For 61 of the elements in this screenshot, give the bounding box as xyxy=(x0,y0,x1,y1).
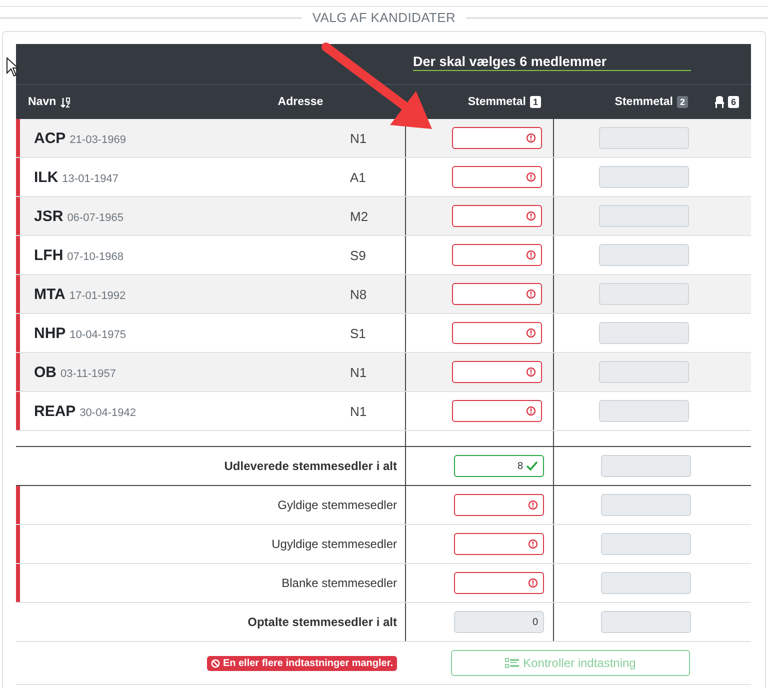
alert-icon xyxy=(526,211,536,221)
address-text: N1 xyxy=(350,404,367,418)
vote-count-field[interactable] xyxy=(452,322,542,344)
column-header: Adresse xyxy=(278,96,324,108)
candidate-name: JSR 06-07-1965 xyxy=(34,208,124,224)
column-header[interactable]: Navn xyxy=(28,96,56,108)
vote-count-field[interactable] xyxy=(452,166,542,188)
candidate-name: ILK 13-01-1947 xyxy=(34,168,118,186)
alert-icon xyxy=(526,406,536,416)
address-text: N1 xyxy=(350,130,367,146)
error-badge: En eller flere indtastninger mangler. xyxy=(206,656,397,670)
alert-icon xyxy=(526,250,536,260)
vote-count-field[interactable] xyxy=(454,494,544,516)
round-badge: 1 xyxy=(530,96,541,108)
candidate-name: MTA 17-01-1992 xyxy=(34,286,126,302)
alert-icon xyxy=(526,289,536,299)
vote-count-field[interactable] xyxy=(452,127,542,149)
cursor-icon xyxy=(6,57,19,77)
ban-icon xyxy=(210,658,220,668)
alert-icon xyxy=(526,133,536,143)
alert-icon xyxy=(528,500,538,510)
address-text: N1 xyxy=(350,364,367,380)
column-header: Stemmetal xyxy=(614,96,673,108)
vote-count-field[interactable] xyxy=(452,205,542,227)
alert-icon xyxy=(526,172,536,182)
column-header: Stemmetal xyxy=(468,96,526,108)
vote-count-field[interactable] xyxy=(452,283,542,305)
table-title: Der skal vælges 6 medlemmer xyxy=(413,54,691,71)
list-check-icon xyxy=(505,658,520,668)
candidate-name: NHP 10-04-1975 xyxy=(34,324,126,342)
vote-count-field[interactable] xyxy=(454,533,544,555)
address-text: M2 xyxy=(350,208,368,224)
address-text: N8 xyxy=(350,286,367,302)
alert-icon xyxy=(526,367,536,377)
candidate-name: ACP 21-03-1969 xyxy=(34,130,126,146)
candidate-name: REAP 30-04-1942 xyxy=(34,402,136,420)
address-text: S9 xyxy=(350,248,366,262)
vote-count-field[interactable] xyxy=(454,572,544,594)
section-title: VALG AF KANDIDATER xyxy=(312,10,456,25)
sort-icon[interactable] xyxy=(60,96,72,108)
summary-label: Gyldige stemmesedler xyxy=(278,498,397,512)
seats-badge: 6 xyxy=(728,96,739,108)
alert-icon xyxy=(528,578,538,588)
vote-count-field[interactable]: 8 xyxy=(454,455,544,477)
round-badge: 2 xyxy=(676,96,688,108)
address-text: S1 xyxy=(350,326,366,340)
vote-count-field[interactable]: 0 xyxy=(454,611,544,633)
summary-label: Optalte stemmesedler i alt xyxy=(248,615,397,629)
summary-label: Udleverede stemmesedler i alt xyxy=(224,459,397,473)
vote-count-field[interactable] xyxy=(452,361,542,383)
alert-icon xyxy=(526,328,536,338)
chair-icon xyxy=(714,96,725,108)
vote-count-field[interactable] xyxy=(452,400,542,422)
candidate-name: OB 03-11-1957 xyxy=(34,364,116,380)
summary-label: Blanke stemmesedler xyxy=(282,576,397,590)
summary-label: Ugyldige stemmesedler xyxy=(272,537,397,551)
address-text: A1 xyxy=(350,170,366,184)
candidate-name: LFH 07-10-1968 xyxy=(34,246,124,264)
check-icon xyxy=(526,461,538,471)
vote-count-field[interactable] xyxy=(452,244,542,266)
alert-icon xyxy=(528,539,538,549)
